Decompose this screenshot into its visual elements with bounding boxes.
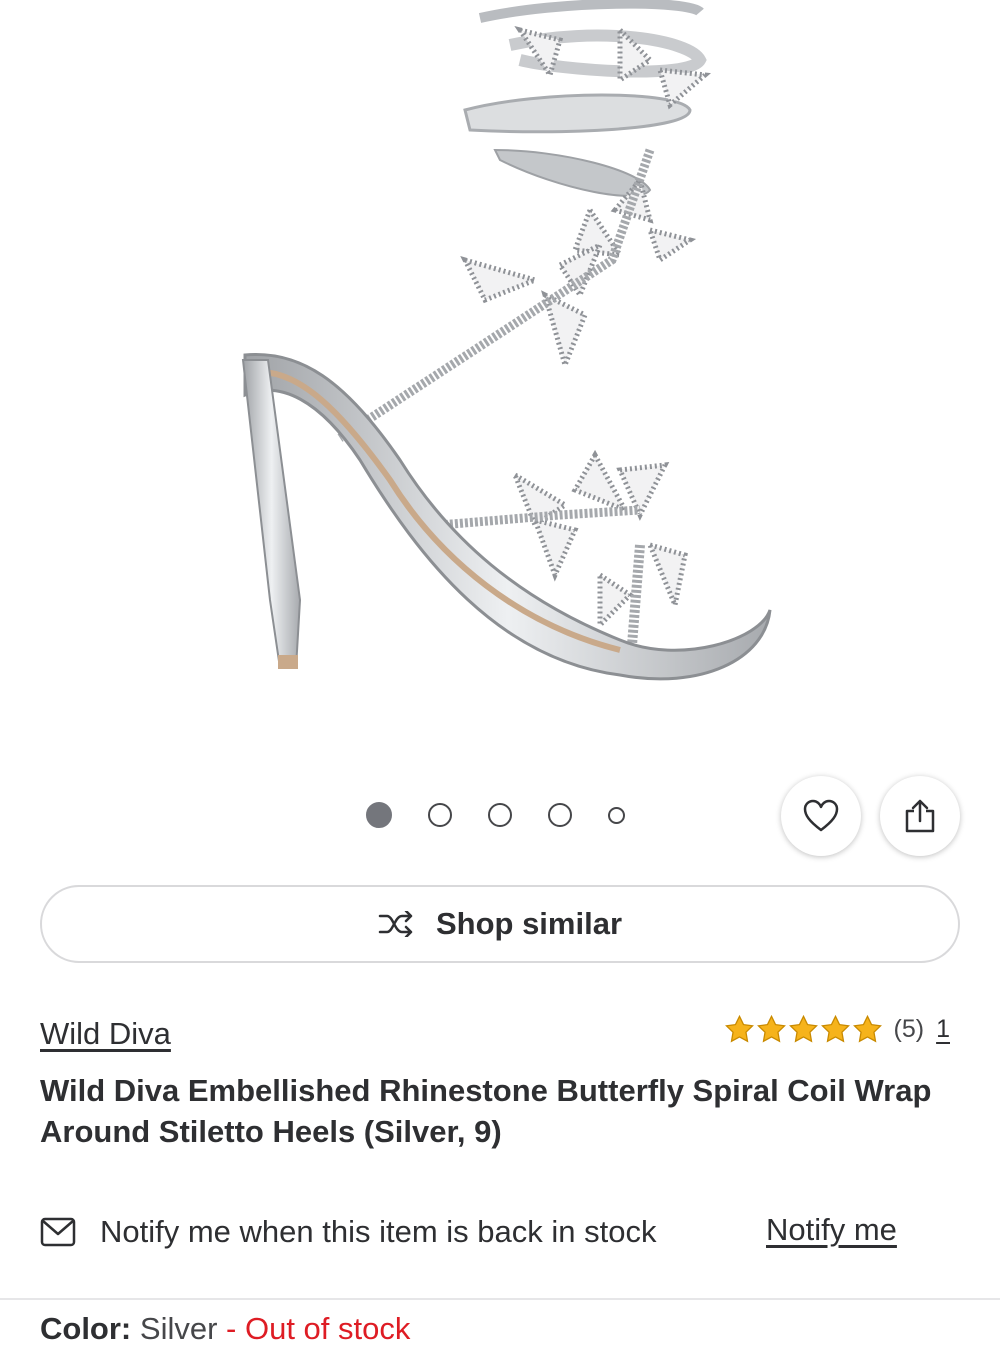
- product-title: Wild Diva Embellished Rhinestone Butterf…: [40, 1073, 932, 1149]
- pagination-dot[interactable]: [428, 803, 452, 827]
- shuffle-icon: [378, 911, 413, 937]
- color-value: Silver: [139, 1311, 218, 1346]
- star-icon: [788, 1014, 818, 1043]
- pagination-dot[interactable]: [548, 803, 572, 827]
- heart-icon: [803, 799, 839, 832]
- shop-similar-label: Shop similar: [435, 906, 623, 941]
- product-image-carousel[interactable]: [0, 0, 1000, 760]
- pagination-dot-active[interactable]: [366, 802, 392, 828]
- pagination-dot[interactable]: [608, 806, 625, 824]
- product-rating[interactable]: (5) 1: [724, 1014, 950, 1045]
- color-label: Color:: [40, 1311, 132, 1346]
- product-image[interactable]: [0, 0, 1000, 760]
- qa-count-link[interactable]: 1: [936, 1015, 950, 1044]
- star-icon: [756, 1014, 786, 1043]
- review-count: (5): [893, 1015, 925, 1043]
- stock-status: - Out of stock: [226, 1311, 411, 1346]
- share-icon: [905, 799, 935, 833]
- favorite-button[interactable]: [781, 776, 861, 856]
- shop-similar-button[interactable]: Shop similar: [40, 885, 960, 963]
- star-icon: [852, 1014, 882, 1043]
- image-pagination: [366, 800, 661, 830]
- star-icon: [724, 1014, 754, 1043]
- pagination-dot[interactable]: [488, 803, 512, 827]
- back-in-stock-message: Notify me when this item is back in stoc…: [100, 1214, 657, 1249]
- share-button[interactable]: [880, 776, 960, 856]
- star-icon: [820, 1014, 850, 1043]
- brand-link[interactable]: Wild Diva: [40, 1016, 171, 1052]
- section-divider: [0, 1298, 1000, 1300]
- color-selection-row: Color: Silver - Out of stock: [40, 1311, 410, 1347]
- mail-icon: [40, 1217, 76, 1247]
- notify-me-link[interactable]: Notify me: [766, 1212, 897, 1248]
